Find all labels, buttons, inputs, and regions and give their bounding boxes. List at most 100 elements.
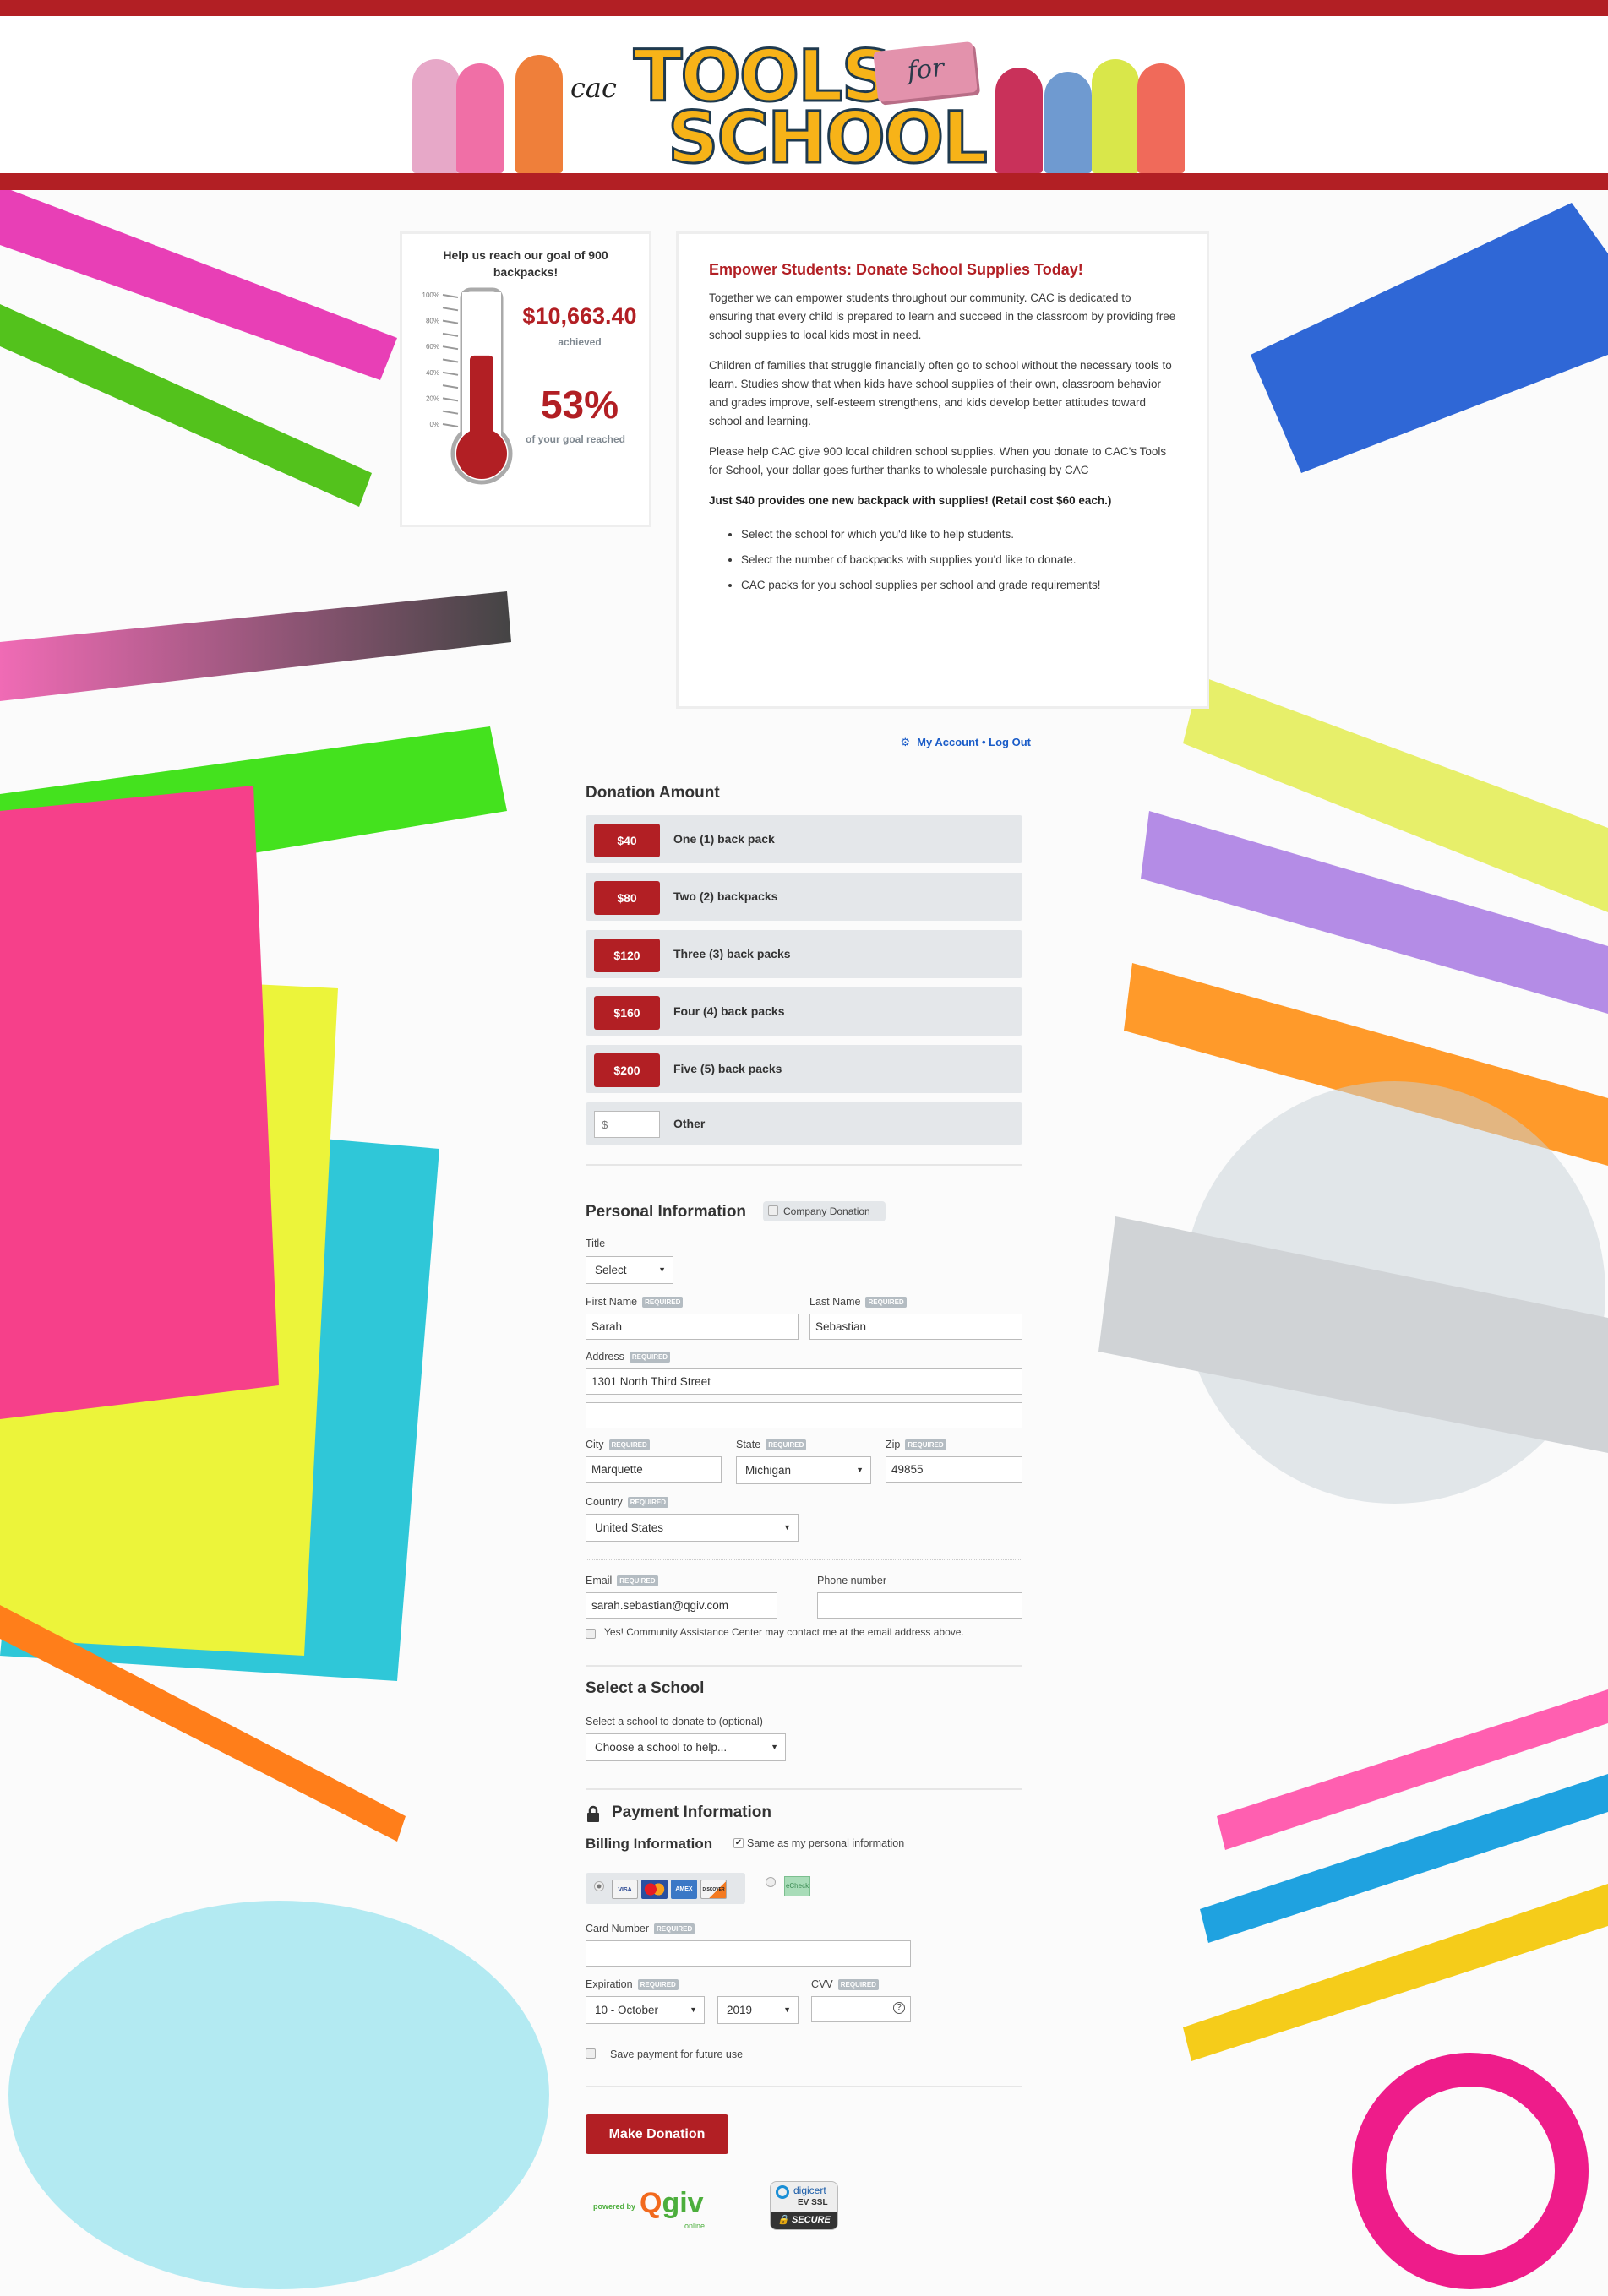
expiration-month-select[interactable]: 10 - October ▼ <box>586 1996 705 2024</box>
option-label: Five (5) back packs <box>673 1062 782 1075</box>
tick-mark <box>442 294 459 298</box>
divider <box>586 1164 1022 1166</box>
required-badge: REQUIRED <box>608 1439 650 1451</box>
city-label: City REQUIRED <box>586 1439 650 1451</box>
help-icon[interactable]: ? <box>893 2002 905 2014</box>
required-badge: REQUIRED <box>837 1979 879 1991</box>
company-donation-checkbox[interactable]: Company Donation <box>763 1201 886 1221</box>
description-paragraph: Together we can empower students through… <box>709 291 1176 341</box>
zip-input[interactable]: 49855 <box>886 1456 1022 1483</box>
tick-mark <box>442 423 459 427</box>
credit-card-option[interactable]: VISA MC AMEX DISCOVER <box>586 1873 745 1904</box>
last-name-input[interactable]: Sebastian <box>809 1314 1022 1340</box>
echeck-icon[interactable]: eCheck <box>784 1876 810 1896</box>
tick-label: 20% <box>426 394 439 402</box>
tick-mark <box>442 397 459 402</box>
option-label: Other <box>673 1117 706 1130</box>
required-badge: REQUIRED <box>627 1497 669 1509</box>
tick-mark <box>442 410 459 415</box>
tick-mark <box>442 345 459 351</box>
kid-photo <box>1092 59 1139 173</box>
required-badge: REQUIRED <box>654 1923 695 1935</box>
donation-option[interactable]: $80 Two (2) backpacks <box>586 873 1022 921</box>
description-bullets: Select the school for which you'd like t… <box>741 522 1176 598</box>
donation-option-other[interactable]: Other <box>586 1102 1022 1145</box>
credit-card-radio[interactable] <box>594 1881 604 1891</box>
make-donation-button[interactable]: Make Donation <box>586 2114 728 2154</box>
separator: • <box>981 736 986 748</box>
save-payment-checkbox[interactable] <box>586 2048 596 2059</box>
gear-icon[interactable]: ⚙ <box>901 736 911 748</box>
card-number-input[interactable] <box>586 1940 911 1967</box>
city-input[interactable]: Marquette <box>586 1456 722 1483</box>
chevron-down-icon: ▼ <box>690 2005 697 2014</box>
discover-icon: DISCOVER <box>700 1880 727 1899</box>
billing-info-heading: Billing Information <box>586 1836 713 1852</box>
description-paragraph: Please help CAC give 900 local children … <box>709 445 1167 476</box>
my-account-link[interactable]: My Account <box>917 736 978 748</box>
same-as-personal-checkbox[interactable]: ✔ <box>733 1838 744 1848</box>
donation-option[interactable]: $120 Three (3) back packs <box>586 930 1022 978</box>
tick-label: 0% <box>429 421 439 428</box>
checkbox[interactable] <box>768 1205 778 1216</box>
echeck-radio[interactable] <box>766 1877 776 1887</box>
address-line1-input[interactable]: 1301 North Third Street <box>586 1368 1022 1395</box>
required-badge: REQUIRED <box>642 1297 684 1309</box>
country-label: Country REQUIRED <box>586 1496 669 1509</box>
required-badge: REQUIRED <box>617 1575 658 1587</box>
chevron-down-icon: ▼ <box>783 1523 791 1532</box>
tick-mark <box>442 319 459 324</box>
address-line2-input[interactable] <box>586 1402 1022 1428</box>
magnifier <box>8 1901 549 2289</box>
country-select[interactable]: United States ▼ <box>586 1514 799 1542</box>
log-out-link[interactable]: Log Out <box>989 736 1031 748</box>
description-highlight: Just $40 provides one new backpack with … <box>709 494 1112 507</box>
donation-option[interactable]: $40 One (1) back pack <box>586 815 1022 863</box>
tick-mark <box>442 384 459 389</box>
tick-label: 40% <box>426 369 439 377</box>
chevron-down-icon: ▼ <box>783 2005 791 2014</box>
cac-logo: cac <box>570 72 617 104</box>
percent-reached: 53% <box>540 383 619 427</box>
amount-button[interactable]: $40 <box>594 824 660 857</box>
description-title: Empower Students: Donate School Supplies… <box>709 261 1083 278</box>
bottom-red-bar <box>0 173 1608 190</box>
kid-photo <box>412 59 460 173</box>
divider <box>586 1665 1022 1667</box>
school-select[interactable]: Choose a school to help... ▼ <box>586 1733 786 1761</box>
cvv-input[interactable]: ? <box>811 1996 911 2022</box>
email-input[interactable]: sarah.sebastian@qgiv.com <box>586 1592 777 1619</box>
divider <box>586 2086 1022 2087</box>
personal-info-heading: Personal Information <box>586 1203 747 1221</box>
amex-icon: AMEX <box>671 1880 697 1899</box>
option-label: Four (4) back packs <box>673 1004 785 1018</box>
amount-button[interactable]: $80 <box>594 881 660 915</box>
save-payment-label: Save payment for future use <box>610 2048 744 2060</box>
contact-optin-checkbox[interactable] <box>586 1629 596 1639</box>
kid-photo <box>1137 63 1185 173</box>
bullet-item: CAC packs for you school supplies per sc… <box>741 573 1176 598</box>
amount-button[interactable]: $160 <box>594 996 660 1030</box>
donation-option[interactable]: $200 Five (5) back packs <box>586 1045 1022 1093</box>
kid-photo <box>515 55 563 173</box>
amount-button[interactable]: $200 <box>594 1053 660 1087</box>
goal-title: Help us reach our goal of 900 backpacks! <box>443 248 608 279</box>
required-badge: REQUIRED <box>905 1439 946 1451</box>
amount-raised: $10,663.40 <box>522 303 637 329</box>
divider <box>586 1559 1022 1560</box>
tick-mark <box>442 307 459 312</box>
phone-input[interactable] <box>817 1592 1022 1619</box>
bullet-item: Select the number of backpacks with supp… <box>741 547 1176 573</box>
donation-option[interactable]: $160 Four (4) back packs <box>586 987 1022 1036</box>
lock-icon <box>587 1805 599 1822</box>
title-select[interactable]: Select ▼ <box>586 1256 673 1284</box>
kid-photo <box>1044 72 1092 173</box>
qgiv-logo: powered by Qgiv online <box>593 2187 706 2230</box>
last-name-label: Last Name REQUIRED <box>809 1296 907 1309</box>
pink-scissors <box>1352 2053 1589 2289</box>
expiration-year-select[interactable]: 2019 ▼ <box>717 1996 799 2024</box>
other-amount-input[interactable] <box>594 1111 660 1138</box>
state-select[interactable]: Michigan ▼ <box>736 1456 871 1484</box>
first-name-input[interactable]: Sarah <box>586 1314 799 1340</box>
amount-button[interactable]: $120 <box>594 939 660 972</box>
